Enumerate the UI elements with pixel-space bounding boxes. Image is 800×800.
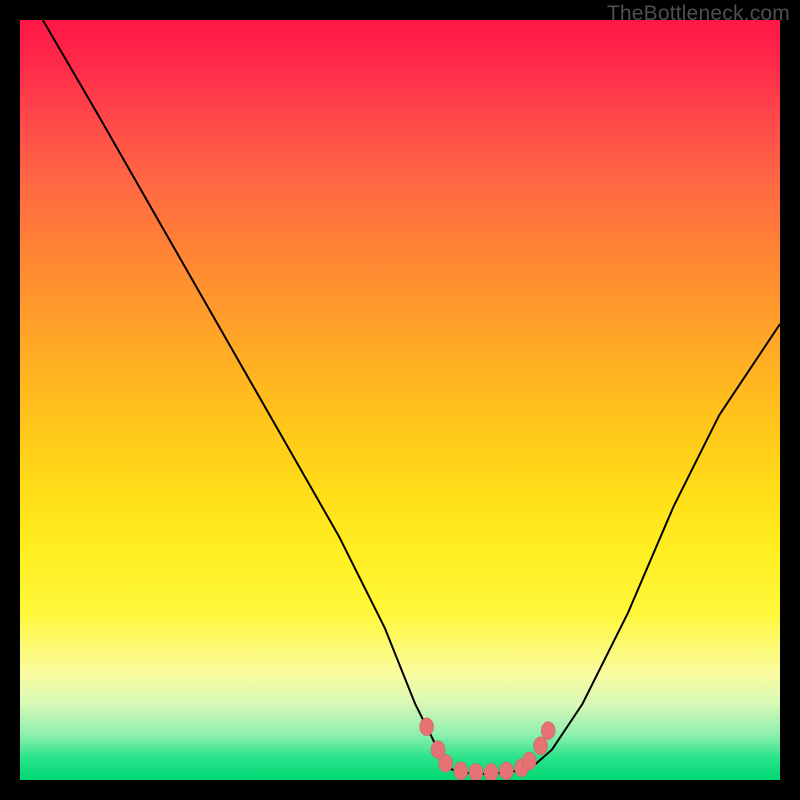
marker-point bbox=[541, 722, 555, 740]
marker-point bbox=[484, 763, 498, 780]
chart-frame: TheBottleneck.com bbox=[0, 0, 800, 800]
marker-point bbox=[522, 752, 536, 770]
curve-group bbox=[43, 20, 780, 774]
marker-point bbox=[420, 718, 434, 736]
marker-point bbox=[499, 762, 513, 780]
marker-group bbox=[420, 718, 556, 780]
plot-area bbox=[20, 20, 780, 780]
bottleneck-curve bbox=[43, 20, 780, 774]
marker-point bbox=[454, 762, 468, 780]
marker-point bbox=[534, 737, 548, 755]
chart-svg bbox=[20, 20, 780, 780]
marker-point bbox=[439, 754, 453, 772]
marker-point bbox=[469, 763, 483, 780]
watermark-label: TheBottleneck.com bbox=[607, 2, 790, 26]
